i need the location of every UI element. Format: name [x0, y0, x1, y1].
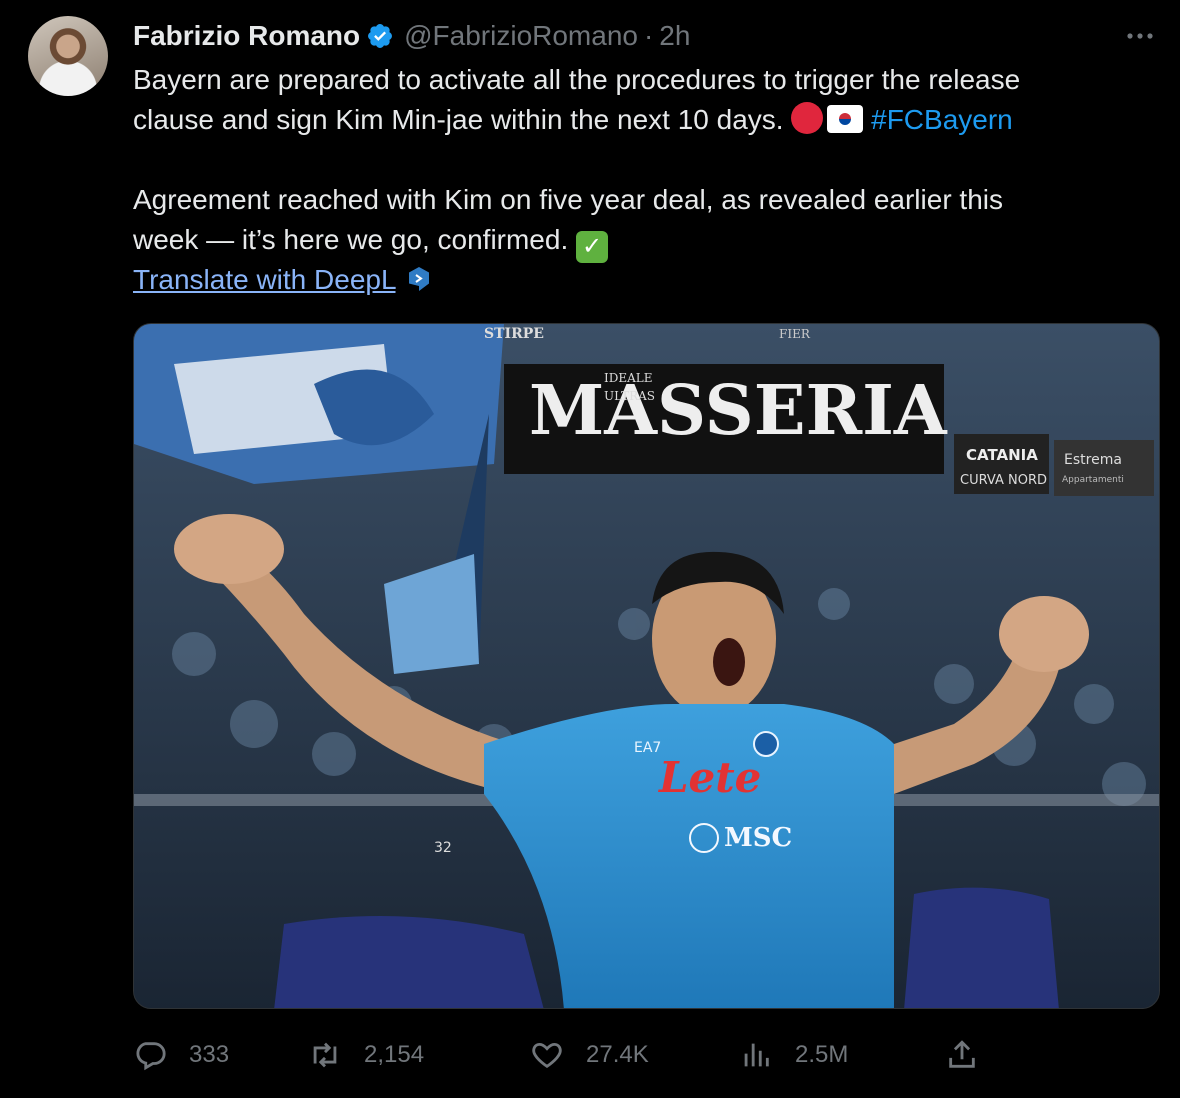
- more-icon[interactable]: [1122, 22, 1158, 50]
- like-action[interactable]: 27.4K: [530, 1030, 649, 1080]
- share-action[interactable]: [945, 1030, 1001, 1080]
- tweet-line-2-text: clause and sign Kim Min-jae within the n…: [133, 104, 784, 135]
- like-icon[interactable]: [530, 1038, 564, 1072]
- translate-link[interactable]: Translate with DeepL: [133, 264, 396, 295]
- banner-ultras: ULTRAS: [604, 389, 655, 403]
- sign-catania: CATANIA: [966, 446, 1038, 464]
- verified-badge-icon: [368, 24, 393, 48]
- sign-curva-nord: CURVA NORD: [960, 473, 1047, 488]
- banner-ideale: IDEALE: [604, 371, 653, 385]
- shirt-sponsor: Lete: [658, 753, 761, 802]
- sign-appartamenti: Appartamenti: [1062, 475, 1124, 485]
- check-mark-emoji-icon: ✓: [576, 231, 609, 263]
- deepl-icon[interactable]: [407, 266, 431, 292]
- red-circle-emoji-icon: [791, 102, 824, 134]
- like-count: 27.4K: [586, 1041, 649, 1068]
- shirt-brand: EA7: [634, 740, 661, 756]
- views-count: 2.5M: [795, 1041, 849, 1068]
- share-icon[interactable]: [945, 1038, 979, 1072]
- napoli-crest-icon: [753, 731, 779, 757]
- retweet-action[interactable]: 2,154: [308, 1030, 424, 1080]
- author-name[interactable]: Fabrizio Romano: [133, 20, 360, 52]
- separator: ·: [643, 20, 654, 51]
- tweet-text: Bayern are prepared to activate all the …: [133, 60, 1143, 300]
- banner-masseria: MASSERIA: [529, 371, 948, 451]
- tweet-actions: 333 2,154 27.4K 2.5M: [133, 1030, 1143, 1080]
- reply-action[interactable]: 333: [133, 1030, 229, 1080]
- author-handle[interactable]: @FabrizioRomano: [404, 20, 638, 52]
- sign-estrema: Estrema: [1064, 452, 1122, 468]
- tweet-line-4-text: week — it’s here we go, confirmed.: [133, 224, 569, 255]
- reply-icon[interactable]: [133, 1038, 167, 1072]
- tweet-header: Fabrizio Romano @FabrizioRomano · 2h: [133, 16, 690, 56]
- tweet-time[interactable]: 2h: [659, 20, 690, 52]
- banner-fiera: FIER: [779, 327, 811, 341]
- tweet-line-2: clause and sign Kim Min-jae within the n…: [133, 100, 1143, 140]
- tweet-line-4: week — it’s here we go, confirmed. ✓: [133, 220, 1143, 263]
- tweet-line-1: Bayern are prepared to activate all the …: [133, 64, 1021, 95]
- banner-stirpe: STIRPE: [484, 326, 544, 342]
- stadium-celebration-image: MASSERIA IDEALE ULTRAS STIRPE FIER CATAN…: [134, 324, 1159, 1008]
- tweet-line-3: Agreement reached with Kim on five year …: [133, 184, 1003, 215]
- tweet-photo[interactable]: MASSERIA IDEALE ULTRAS STIRPE FIER CATAN…: [133, 323, 1160, 1009]
- reply-count: 333: [189, 1041, 230, 1068]
- views-icon[interactable]: [739, 1038, 773, 1072]
- retweet-icon[interactable]: [308, 1038, 342, 1072]
- hashtag-link[interactable]: #FCBayern: [871, 104, 1013, 135]
- retweet-count: 2,154: [364, 1041, 425, 1068]
- views-action[interactable]: 2.5M: [739, 1030, 848, 1080]
- shirt-msc: MSC: [724, 823, 792, 853]
- translate-line: Translate with DeepL: [133, 260, 1143, 300]
- tweet-avatar[interactable]: [28, 16, 108, 96]
- fan-shirt-number: 32: [434, 840, 452, 856]
- korea-flag-emoji-icon: [827, 105, 864, 133]
